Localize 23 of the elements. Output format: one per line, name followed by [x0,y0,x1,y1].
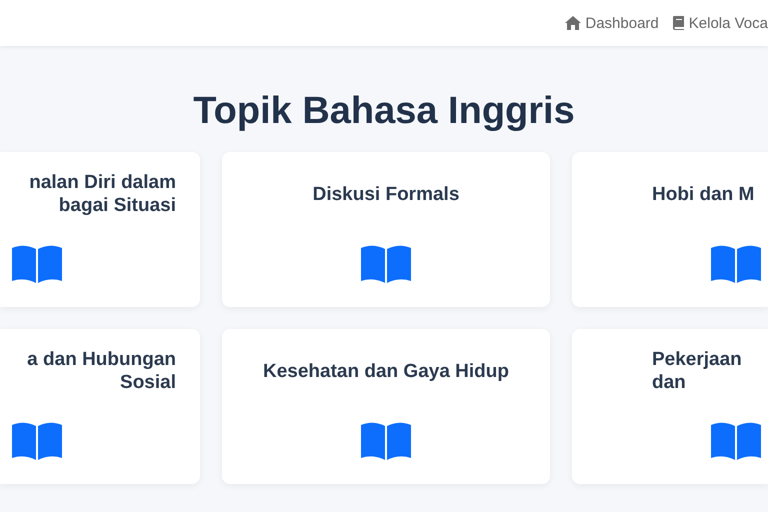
topic-title: Diskusi Formals [312,182,460,207]
topic-title: nalan Diri dalam bagai Situasi [28,172,176,218]
topic-title: Pekerjaan dan [652,349,743,395]
nav-link[interactable]: Dashboard [565,14,659,32]
book-icon [672,16,685,30]
topic-title: Kesehatan dan Gaya Hidup [262,360,509,384]
topic-card[interactable]: nalan Diri dalam bagai Situasi [0,152,200,307]
topic-card[interactable]: a dan Hubungan Sosial [0,329,200,484]
topic-title: a dan Hubungan Sosial [26,349,176,395]
open-book-icon [12,245,62,283]
open-book-icon [12,422,62,460]
open-book-icon [361,422,411,460]
topic-card[interactable]: Pekerjaan dan [572,329,768,484]
open-book-icon [361,245,411,283]
nav-link[interactable]: Kelola Voca [672,14,768,32]
topic-card[interactable]: Diskusi Formals [222,152,550,307]
open-book-icon [711,245,761,283]
topic-card[interactable]: Kesehatan dan Gaya Hidup [222,329,550,484]
home-icon [565,16,582,30]
open-book-icon [711,422,761,460]
topic-card[interactable]: Hobi dan M [572,152,768,307]
page-title: Topik Bahasa Inggris [192,92,576,130]
topic-title: Hobi dan M [652,182,754,207]
